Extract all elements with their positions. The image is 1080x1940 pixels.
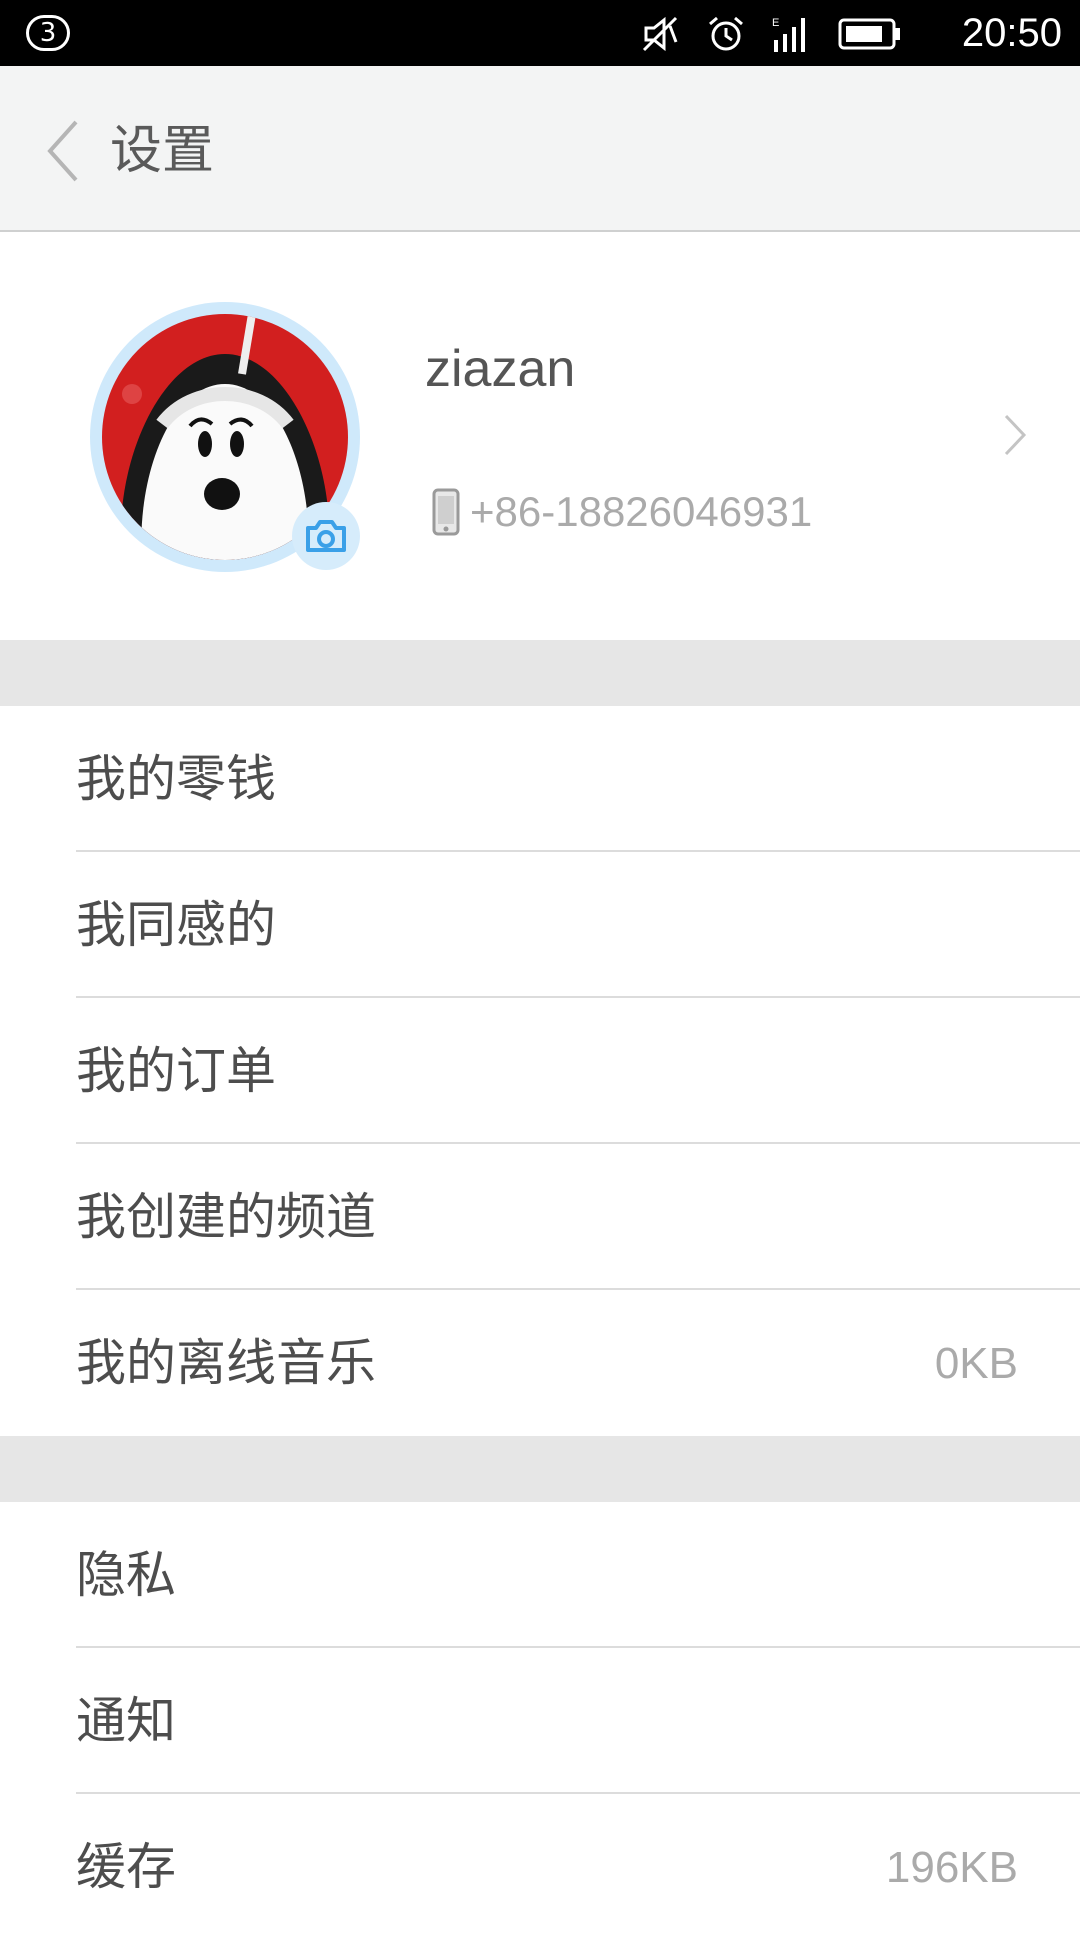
menu-item-label: 缓存 xyxy=(76,1838,176,1896)
cache-size: 196KB xyxy=(885,1843,1018,1892)
camera-icon xyxy=(306,520,346,552)
status-bar: 3 E 20:50 xyxy=(0,0,1080,66)
menu-item-privacy[interactable]: 隐私 xyxy=(0,1502,1080,1648)
alarm-icon xyxy=(709,16,743,51)
clock-time: 20:50 xyxy=(961,11,1062,55)
menu-item-liked[interactable]: 我同感的 xyxy=(0,852,1080,998)
change-avatar-button[interactable] xyxy=(292,502,360,570)
menu-item-offline-music[interactable]: 我的离线音乐 0KB xyxy=(0,1290,1080,1436)
offline-music-size: 0KB xyxy=(934,1339,1018,1388)
notification-count-badge: 3 xyxy=(26,15,70,51)
menu-item-label: 隐私 xyxy=(76,1546,176,1604)
mobile-phone-icon xyxy=(432,488,460,536)
app-bar: 设置 xyxy=(0,66,1080,232)
mute-icon xyxy=(642,16,678,52)
menu-item-orders[interactable]: 我的订单 xyxy=(0,998,1080,1144)
menu-item-my-channels[interactable]: 我创建的频道 xyxy=(0,1144,1080,1290)
section-separator xyxy=(0,1436,1080,1502)
menu-item-label: 我的零钱 xyxy=(76,750,276,808)
menu-item-wallet[interactable]: 我的零钱 xyxy=(0,706,1080,852)
section-separator xyxy=(0,640,1080,706)
menu-item-label: 通知 xyxy=(76,1692,176,1750)
back-button[interactable] xyxy=(38,116,88,186)
menu-item-cache[interactable]: 缓存 196KB xyxy=(0,1794,1080,1940)
phone-number-row: +86-18826046931 xyxy=(432,484,812,540)
chevron-right-icon xyxy=(1004,414,1027,456)
account-menu-list: 我的零钱 我同感的 我的订单 我创建的频道 我的离线音乐 0KB xyxy=(0,706,1080,1436)
menu-item-label: 我创建的频道 xyxy=(76,1188,376,1246)
svg-text:E: E xyxy=(772,17,779,29)
phone-number: +86-18826046931 xyxy=(470,488,813,535)
menu-item-label: 我同感的 xyxy=(76,896,276,954)
menu-item-label: 我的离线音乐 xyxy=(76,1334,376,1392)
username: ziazan xyxy=(425,340,576,398)
page-title: 设置 xyxy=(110,121,215,181)
menu-item-notifications[interactable]: 通知 xyxy=(0,1648,1080,1794)
profile-card[interactable]: ziazan +86-18826046931 xyxy=(0,232,1080,640)
menu-item-label: 我的订单 xyxy=(76,1042,276,1100)
signal-icon: E xyxy=(772,17,805,52)
settings-menu-list: 隐私 通知 缓存 196KB xyxy=(0,1502,1080,1940)
battery-icon xyxy=(838,18,900,50)
